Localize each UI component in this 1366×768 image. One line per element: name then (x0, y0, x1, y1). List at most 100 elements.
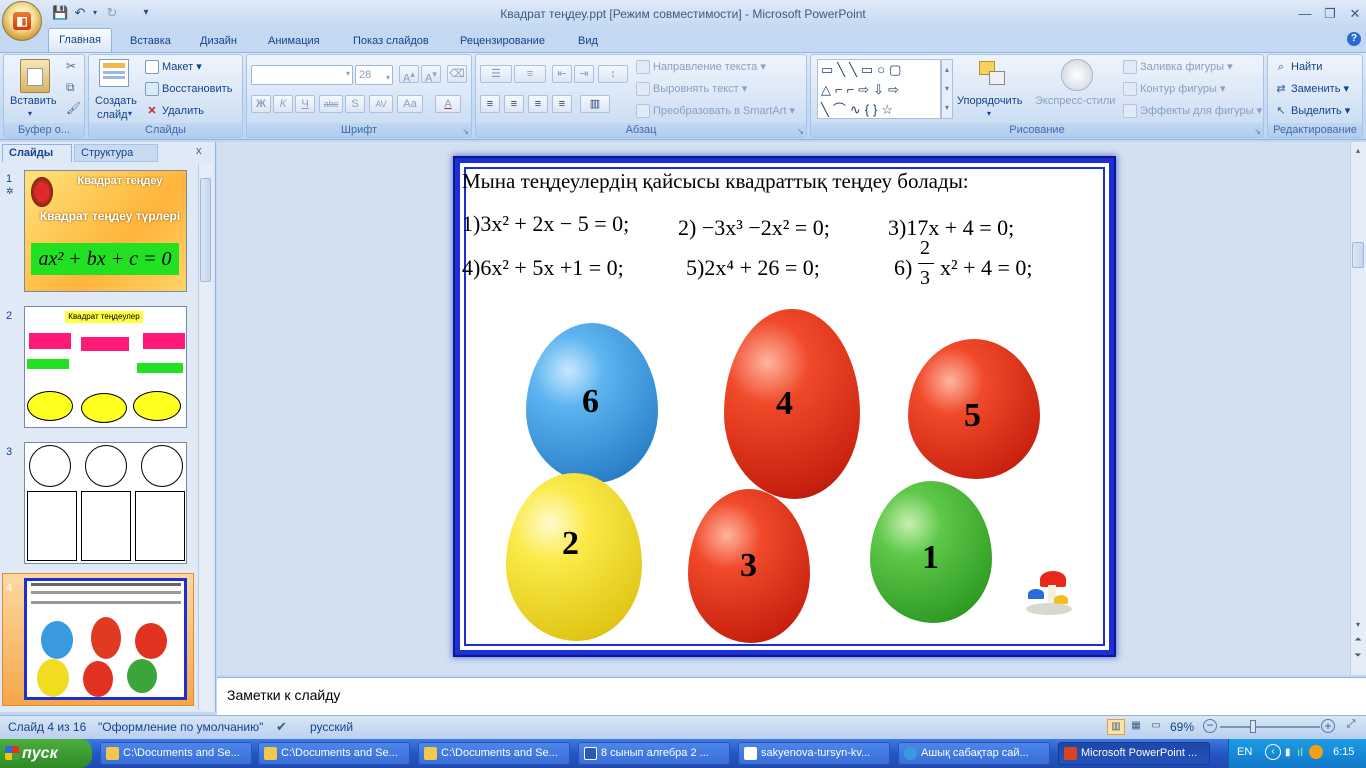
dialog-launcher-icon[interactable]: ↘ (1254, 127, 1261, 136)
tab-view[interactable]: Вид (574, 32, 602, 52)
start-button[interactable]: пуск (0, 739, 92, 768)
bold-icon[interactable]: Ж (251, 95, 271, 113)
align-left-icon[interactable]: ≡ (480, 95, 500, 113)
quick-styles-button[interactable]: Экспресс-стили (1035, 95, 1115, 107)
decrease-indent-icon[interactable]: ⇤ (552, 65, 572, 83)
current-slide[interactable]: Мына теңдеулердің қайсысы квадраттық тең… (455, 158, 1114, 655)
help-icon[interactable]: ? (1347, 32, 1361, 46)
theme-name[interactable]: "Оформление по умолчанию" (98, 720, 263, 734)
office-button[interactable]: ◧ (2, 1, 42, 41)
normal-view-icon[interactable]: ▥ (1107, 719, 1125, 735)
scroll-down-icon[interactable]: ▾ (1351, 620, 1365, 629)
scroll-thumb[interactable] (200, 178, 211, 282)
strikethrough-icon[interactable]: abc (319, 95, 343, 113)
slide-thumbnail-1[interactable]: Квадрат теңдеу Квадрат теңдеу түрлері ax… (24, 170, 187, 292)
delete-slide-button[interactable]: ✕ Удалить (145, 104, 204, 118)
numbering-icon[interactable]: ≡ (514, 65, 546, 83)
new-slide-dropdown-icon[interactable]: ▾ (128, 109, 132, 118)
paste-button[interactable]: Вставить (10, 95, 57, 107)
font-family-select[interactable]: ▾ (251, 65, 353, 85)
tab-slides[interactable]: Слайды (2, 144, 72, 162)
font-size-select[interactable]: 28 ▾ (355, 65, 393, 85)
tab-home[interactable]: Главная (48, 28, 112, 52)
chevron-down-icon[interactable]: ▾ (987, 109, 991, 118)
zoom-slider[interactable] (1220, 726, 1320, 728)
reset-button[interactable]: Восстановить (145, 82, 232, 96)
close-icon[interactable]: ✕ (1343, 4, 1366, 24)
align-text-button[interactable]: Выровнять текст ▾ (636, 82, 747, 97)
taskbar-item-document[interactable]: sakyenova-tursyn-kv... (738, 742, 890, 765)
copy-icon[interactable]: ⧉ (66, 80, 75, 95)
zoom-in-icon[interactable]: + (1321, 719, 1335, 733)
tab-review[interactable]: Рецензирование (456, 32, 549, 52)
zoom-slider-thumb[interactable] (1250, 720, 1256, 733)
font-color-icon[interactable]: A (435, 95, 461, 113)
slide-thumbnail-2[interactable]: Квадрат теңдеулер (24, 306, 187, 428)
taskbar-item-folder-1[interactable]: C:\Documents and Se... (100, 742, 252, 765)
format-painter-icon[interactable]: 🖌 (66, 101, 81, 115)
tab-outline[interactable]: Структура (74, 144, 158, 162)
close-panel-icon[interactable]: x (196, 145, 202, 157)
text-direction-button[interactable]: Направление текста ▾ (636, 60, 766, 75)
find-button[interactable]: ⌕ Найти (1274, 60, 1322, 74)
zoom-level[interactable]: 69% (1170, 720, 1194, 734)
char-spacing-icon[interactable]: AV (369, 95, 393, 113)
previous-slide-icon[interactable]: ⏶ (1351, 634, 1365, 644)
change-case-icon[interactable]: Aa (397, 95, 423, 113)
new-slide-button-line2[interactable]: слайд (97, 109, 128, 121)
balloon-5[interactable]: 5 (908, 339, 1040, 479)
taskbar-item-browser[interactable]: Ашық сабақтар сай... (898, 742, 1050, 765)
tab-insert[interactable]: Вставка (126, 32, 175, 52)
signal-icon[interactable]: ıl (1297, 745, 1303, 759)
cut-icon[interactable]: ✂ (66, 59, 76, 73)
dialog-launcher-icon[interactable]: ↘ (462, 127, 469, 136)
arrange-button[interactable]: Упорядочить (957, 95, 1022, 107)
shadow-icon[interactable]: S (345, 95, 365, 113)
tab-slideshow[interactable]: Показ слайдов (349, 32, 433, 52)
taskbar-item-folder-3[interactable]: C:\Documents and Se... (418, 742, 570, 765)
slide-thumbnail-4[interactable] (24, 578, 187, 700)
network-icon[interactable]: ▮ (1285, 747, 1291, 758)
taskbar-item-folder-2[interactable]: C:\Documents and Se... (258, 742, 410, 765)
language-indicator[interactable]: русский (310, 720, 353, 734)
slideshow-view-icon[interactable]: ▭ (1147, 719, 1165, 735)
tab-design[interactable]: Дизайн (196, 32, 241, 52)
paste-dropdown-icon[interactable]: ▾ (28, 109, 32, 118)
tray-app-icon[interactable] (1309, 745, 1323, 759)
shapes-gallery[interactable]: ▭╲╲▭○▢ △⌐⌐⇨⇩⇨ ╲⌒∿{}☆ (817, 59, 941, 119)
scroll-thumb[interactable] (1352, 242, 1364, 268)
shrink-font-icon[interactable]: A▾ (421, 65, 441, 85)
maximize-icon[interactable]: ❐ (1318, 4, 1342, 24)
taskbar-item-powerpoint[interactable]: Microsoft PowerPoint ... (1058, 742, 1210, 765)
new-slide-button-line1[interactable]: Создать (95, 95, 137, 107)
zoom-out-icon[interactable]: − (1203, 719, 1217, 733)
replace-button[interactable]: ⇄ Заменить ▾ (1274, 82, 1349, 96)
tab-animation[interactable]: Анимация (264, 32, 324, 52)
fit-to-window-icon[interactable]: ⤢ (1342, 718, 1360, 734)
align-right-icon[interactable]: ≡ (528, 95, 548, 113)
align-center-icon[interactable]: ≡ (504, 95, 524, 113)
shapes-gallery-scroll[interactable]: ▴ ▾ ▾ (941, 59, 953, 119)
back-icon[interactable]: ‹ (1265, 744, 1281, 760)
italic-icon[interactable]: К (273, 95, 293, 113)
bullets-icon[interactable]: ☰ (480, 65, 512, 83)
smartart-button[interactable]: Преобразовать в SmartArt ▾ (636, 104, 795, 119)
workspace-scrollbar[interactable]: ▴ ▾ ⏶ ⏷ (1350, 142, 1366, 675)
justify-icon[interactable]: ≡ (552, 95, 572, 113)
spellcheck-icon[interactable]: ✔ (276, 719, 287, 735)
language-bar[interactable]: EN (1237, 746, 1252, 758)
slide-sorter-icon[interactable]: ▦ (1127, 719, 1145, 735)
slide-thumbnail-3[interactable] (24, 442, 187, 564)
layout-button[interactable]: Макет ▾ (145, 60, 202, 75)
scroll-up-icon[interactable]: ▴ (1351, 146, 1365, 155)
shape-outline-button[interactable]: Контур фигуры ▾ (1123, 82, 1226, 97)
columns-icon[interactable]: ▥ (580, 95, 610, 113)
next-slide-icon[interactable]: ⏷ (1351, 650, 1365, 660)
shape-effects-button[interactable]: Эффекты для фигуры ▾ (1123, 104, 1262, 119)
dialog-launcher-icon[interactable]: ↘ (797, 127, 804, 136)
minimize-icon[interactable]: — (1293, 4, 1317, 24)
select-button[interactable]: ↖ Выделить ▾ (1274, 104, 1350, 118)
slides-panel-scrollbar[interactable] (198, 164, 212, 710)
line-spacing-icon[interactable]: ↕ (598, 65, 628, 83)
clear-format-icon[interactable]: ⌫ (447, 65, 467, 83)
